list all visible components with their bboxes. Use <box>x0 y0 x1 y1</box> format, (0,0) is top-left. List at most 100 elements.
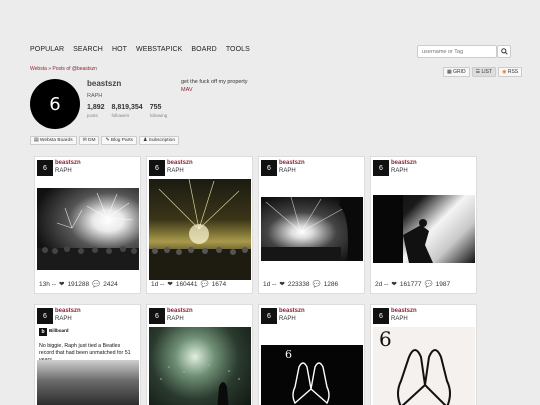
post-meta: 2d -- ❤ 161777 💬 1987 <box>375 280 450 289</box>
rss-label: RSS <box>507 69 519 75</box>
blog-parts-button[interactable]: ✎ Blog Parts <box>101 136 137 145</box>
post-full-name: RAPH <box>279 168 296 174</box>
nav-tools[interactable]: TOOLS <box>226 46 250 53</box>
view-toggle: ▦ GRID ☰ LIST ◉ RSS <box>443 67 523 77</box>
avatar: 6 <box>30 79 80 129</box>
comment-icon[interactable]: 💬 <box>92 280 100 288</box>
post-username[interactable]: beastszn <box>391 160 417 166</box>
post-username[interactable]: beastszn <box>167 308 193 314</box>
post-photo[interactable] <box>37 188 139 270</box>
post-photo[interactable] <box>261 196 363 261</box>
post-time: 13h -- <box>39 280 56 288</box>
profile-bio: get the fuck off my property <box>181 79 248 85</box>
dm-label: DM <box>87 138 96 143</box>
nav-hot[interactable]: HOT <box>112 46 127 53</box>
grid-view-button[interactable]: ▦ GRID <box>443 67 470 77</box>
profile-stats: 1,892 posts 8,819,354 followers 755 followi… <box>87 104 167 118</box>
posts-count: 1,892 <box>87 104 105 111</box>
heart-icon[interactable]: ❤ <box>279 280 284 288</box>
post-avatar: 6 <box>37 308 53 324</box>
search-input[interactable] <box>417 45 497 58</box>
post-full-name: RAPH <box>55 316 72 322</box>
post-avatar: 6 <box>149 160 165 176</box>
nav-popular[interactable]: POPULAR <box>30 46 64 53</box>
comments-count: 1674 <box>211 280 227 288</box>
post-photo[interactable] <box>149 327 251 405</box>
comment-icon[interactable]: 💬 <box>201 280 209 288</box>
post-photo[interactable]: b Billboard No biggie, Raph just tied a … <box>37 327 139 405</box>
list-view-button[interactable]: ☰ LIST <box>471 67 497 77</box>
post-card[interactable]: 6 beastszn RAPH b Billboard No biggie, R… <box>34 304 141 405</box>
billboard-logo: b <box>39 328 47 336</box>
likes-count: 161777 <box>399 280 422 288</box>
nav-webstapick[interactable]: WEBSTAPICK <box>136 46 182 53</box>
post-avatar: 6 <box>149 308 165 324</box>
concert-image <box>149 178 251 280</box>
nav-board[interactable]: BOARD <box>191 46 216 53</box>
heart-icon[interactable]: ❤ <box>59 280 64 288</box>
post-photo[interactable] <box>149 178 251 280</box>
posts-label: posts <box>87 113 98 118</box>
grid-icon: ▦ <box>447 69 452 75</box>
avatar-text: 6 <box>49 93 61 115</box>
post-full-name: RAPH <box>167 168 184 174</box>
main-nav: POPULAR SEARCH HOT WEBSTAPICK BOARD TOOL… <box>30 46 259 53</box>
likes-count: 223338 <box>287 280 310 288</box>
profile-actions: ▤ Websta Boards ✉ DM ✎ Blog Parts ♟ Subs… <box>30 136 180 145</box>
blog-parts-label: Blog Parts <box>110 138 133 143</box>
grid-label: GRID <box>453 69 466 75</box>
post-photo[interactable]: 6 <box>261 345 363 405</box>
post-card[interactable]: 6 beastszn RAPH 13h -- ❤ 191288 💬 2424 <box>34 156 141 294</box>
post-username[interactable]: beastszn <box>279 308 305 314</box>
post-avatar: 6 <box>373 160 389 176</box>
comment-icon[interactable]: 💬 <box>425 280 433 288</box>
post-photo[interactable]: 6 <box>373 327 475 405</box>
post-username[interactable]: beastszn <box>279 160 305 166</box>
crowd-image <box>37 360 139 405</box>
search-button[interactable] <box>497 45 511 58</box>
comments-count: 2424 <box>103 280 118 288</box>
breadcrumb[interactable]: Websta » Posts of @beastszn <box>30 66 97 72</box>
post-username[interactable]: beastszn <box>55 160 81 166</box>
followers-count: 8,819,354 <box>111 104 143 111</box>
post-full-name: RAPH <box>55 168 72 174</box>
comment-icon[interactable]: 💬 <box>313 280 321 288</box>
post-card[interactable]: 6 beastszn RAPH 2d -- ❤ 161777 💬 1987 <box>370 156 477 294</box>
post-card[interactable]: 6 beastszn RAPH <box>146 304 253 405</box>
board-icon: ▤ <box>34 138 39 143</box>
performer-image <box>373 195 433 263</box>
heart-icon[interactable]: ❤ <box>167 280 172 288</box>
post-full-name: RAPH <box>279 316 296 322</box>
websta-boards-button[interactable]: ▤ Websta Boards <box>30 136 77 145</box>
post-card[interactable]: 6 beastszn RAPH 1d -- ❤ 223338 💬 1286 <box>258 156 365 294</box>
post-meta: 1d -- ❤ 223338 💬 1286 <box>263 280 338 289</box>
post-card[interactable]: 6 beastszn RAPH 6 <box>258 304 365 405</box>
post-username[interactable]: beastszn <box>167 160 193 166</box>
post-card[interactable]: 6 beastszn RAPH 6 <box>370 304 477 405</box>
websta-boards-label: Websta Boards <box>39 138 73 143</box>
post-avatar: 6 <box>261 160 277 176</box>
subscription-label: Subscription <box>148 138 176 143</box>
rss-button[interactable]: ◉ RSS <box>498 67 523 77</box>
top-bar <box>0 0 540 38</box>
dm-button[interactable]: ✉ DM <box>78 136 100 145</box>
post-photo[interactable] <box>373 195 475 263</box>
nav-search[interactable]: SEARCH <box>73 46 103 53</box>
wrench-icon: ✎ <box>105 138 110 143</box>
mail-icon: ✉ <box>82 138 87 143</box>
list-label: LIST <box>481 69 493 75</box>
post-card[interactable]: 6 beastszn RAPH 1d -- ❤ 160441 💬 1674 <box>146 156 253 294</box>
stat-followers[interactable]: 8,819,354 followers <box>112 104 143 118</box>
subscription-button[interactable]: ♟ Subscription <box>138 136 180 145</box>
stat-posts: 1,892 posts <box>87 104 105 118</box>
followers-label: followers <box>111 113 130 118</box>
post-avatar: 6 <box>261 308 277 324</box>
heart-icon[interactable]: ❤ <box>391 280 396 288</box>
post-username[interactable]: beastszn <box>55 308 81 314</box>
post-avatar: 6 <box>37 160 53 176</box>
user-icon: ♟ <box>142 138 148 143</box>
profile-bio-link[interactable]: MAV <box>181 87 193 93</box>
stat-following[interactable]: 755 following <box>150 104 168 118</box>
post-username[interactable]: beastszn <box>391 308 417 314</box>
post-time: 2d -- <box>375 280 389 288</box>
